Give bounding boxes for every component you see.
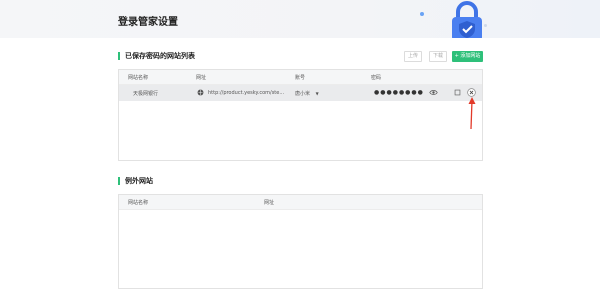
column-header-site-name: 网站名称	[128, 75, 149, 81]
password-cell: ●●●●●●●●	[374, 89, 424, 96]
table-header: 网站名称 网址 账号 密码	[119, 70, 482, 85]
globe-icon	[197, 89, 204, 96]
saved-sites-table: 网站名称 网址 账号 密码 天极网银行 http://product.yesky…	[118, 69, 483, 161]
upload-button[interactable]: 上传	[404, 51, 422, 62]
chevron-down-icon: ▼	[315, 91, 319, 96]
edit-icon[interactable]	[454, 89, 461, 96]
plus-icon: +	[454, 53, 459, 59]
page-title: 登录管家设置	[118, 17, 178, 28]
add-site-label: 添加网站	[460, 53, 481, 59]
eye-icon[interactable]	[429, 89, 438, 96]
saved-sites-title: 已保存密码的网站列表	[118, 52, 195, 60]
download-button[interactable]: 下载	[429, 51, 447, 62]
page-header: 登录管家设置	[0, 0, 600, 38]
url-cell[interactable]: http://product.yesky.com/ste...	[208, 90, 284, 96]
column-header-url: 网址	[196, 75, 207, 81]
lock-illustration-icon	[452, 1, 482, 38]
excluded-sites-title: 例外网站	[118, 177, 153, 185]
red-arrow-annotation	[468, 97, 476, 130]
account-value: 唐小米	[295, 91, 311, 97]
site-name-cell: 天极网银行	[133, 91, 159, 97]
column-header-site-name: 网站名称	[128, 200, 149, 206]
table-header: 网站名称 网址	[119, 195, 482, 210]
table-row[interactable]: 天极网银行 http://product.yesky.com/ste... 唐小…	[119, 85, 482, 101]
column-header-password: 密码	[371, 75, 382, 81]
excluded-sites-table: 网站名称 网址	[118, 194, 483, 289]
decoration-dot	[420, 12, 424, 16]
add-site-button[interactable]: + 添加网站	[452, 51, 483, 62]
column-header-account: 账号	[295, 75, 306, 81]
column-header-url: 网址	[264, 200, 275, 206]
account-select[interactable]: 唐小米 ▼	[295, 90, 319, 97]
